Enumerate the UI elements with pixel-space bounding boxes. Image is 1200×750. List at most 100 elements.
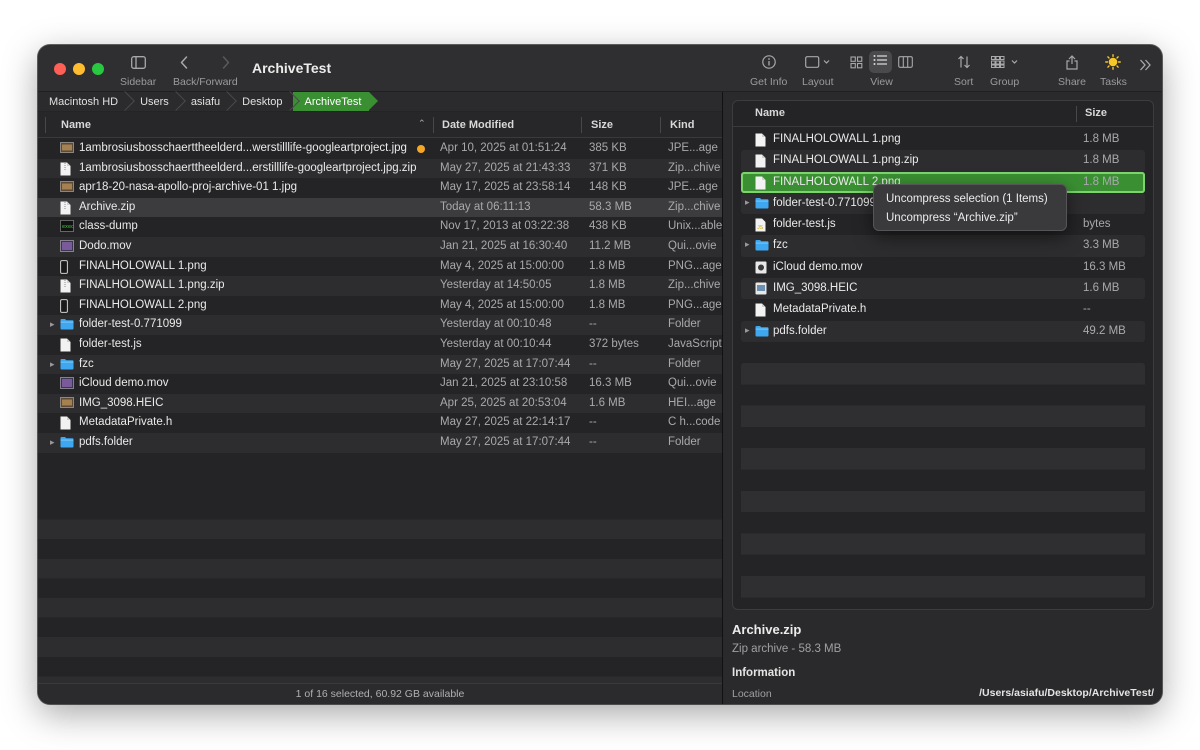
- sort-button[interactable]: Sort: [954, 53, 973, 88]
- movie-thumb-icon: [60, 240, 74, 254]
- archive-row[interactable]: FINALHOLOWALL 1.png.zip 1.8 MB: [741, 150, 1145, 172]
- get-info-button[interactable]: Get Info: [750, 53, 787, 88]
- file-row[interactable]: Dodo.mov Jan 21, 2025 at 16:30:40 11.2 MB Q…: [38, 236, 722, 257]
- file-kind: Zip...chive: [668, 161, 721, 174]
- archive-file-name: MetadataPrivate.h: [773, 303, 867, 316]
- file-name: Dodo.mov: [79, 239, 132, 252]
- sort-chevron-up-icon[interactable]: ⌃: [418, 118, 426, 129]
- file-date-modified: Jan 21, 2025 at 16:30:40: [440, 239, 568, 252]
- sidebar-button[interactable]: Sidebar: [120, 53, 156, 88]
- column-separator[interactable]: [660, 117, 661, 133]
- window-title: ArchiveTest: [252, 60, 332, 76]
- svg-text:JS: JS: [757, 225, 764, 231]
- file-list-pane: Macintosh HD Users asiafu Desktop Archiv…: [38, 92, 722, 704]
- file-name: FINALHOLOWALL 1.png: [79, 259, 207, 272]
- file-row[interactable]: IMG_3098.HEIC Apr 25, 2025 at 20:53:04 1.6…: [38, 393, 722, 414]
- column-separator: [45, 117, 46, 133]
- tasks-button[interactable]: Tasks: [1100, 53, 1127, 88]
- column-header-name[interactable]: Name: [61, 119, 91, 131]
- file-name: FINALHOLOWALL 2.png: [79, 298, 207, 311]
- view-label: View: [870, 76, 893, 88]
- file-row[interactable]: 1ambrosiusbosschaerttheelderd...werstill…: [38, 139, 722, 159]
- toolbar: Sidebar Back/Forward ArchiveTest Get Inf…: [38, 45, 1162, 92]
- file-size: --: [589, 435, 597, 448]
- file-row[interactable]: ▸ pdfs.folder May 27, 2025 at 17:07:44 -- Fo…: [38, 432, 722, 453]
- file-row[interactable]: MetadataPrivate.h May 27, 2025 at 22:14:1…: [38, 413, 722, 433]
- phone-thumb-icon: [60, 259, 74, 274]
- archive-column-header-size[interactable]: Size: [1085, 107, 1107, 119]
- column-view-icon[interactable]: [898, 56, 913, 68]
- file-kind: Folder: [668, 357, 701, 370]
- file-row[interactable]: 1ambrosiusbosschaerttheelderd...erstilll…: [38, 158, 722, 179]
- file-row[interactable]: FINALHOLOWALL 1.png May 4, 2025 at 15:00:…: [38, 257, 722, 277]
- path-crumb-desktop[interactable]: Desktop: [230, 92, 292, 111]
- toolbar-overflow-button[interactable]: [1139, 56, 1152, 74]
- file-row[interactable]: apr18-20-nasa-apollo-proj-archive-01 1.j…: [38, 178, 722, 198]
- path-crumb-users[interactable]: Users: [128, 92, 179, 111]
- view-switcher[interactable]: View: [850, 51, 913, 88]
- icon-view-icon[interactable]: [850, 55, 863, 69]
- column-separator[interactable]: [581, 117, 582, 133]
- archive-file-name: folder-test-0.771099: [773, 196, 876, 209]
- uncompress-selection-menu-item[interactable]: Uncompress selection (1 Items): [874, 190, 1066, 209]
- file-name: class-dump: [79, 220, 138, 233]
- column-header: Name ⌃ Date Modified Size Kind: [38, 112, 722, 138]
- archive-file-name: IMG_3098.HEIC: [773, 282, 858, 295]
- column-separator[interactable]: [433, 117, 434, 133]
- archive-row[interactable]: ▸ fzc 3.3 MB: [741, 235, 1145, 257]
- file-row[interactable]: folder-test.js Yesterday at 00:10:44 372 b…: [38, 335, 722, 355]
- svg-text:exec: exec: [62, 224, 74, 230]
- sort-label: Sort: [954, 76, 974, 88]
- archive-file-size: 1.8 MB: [1083, 133, 1120, 145]
- archive-row[interactable]: iCloud demo.mov 16.3 MB: [741, 257, 1145, 278]
- back-chevron-icon[interactable]: [180, 55, 188, 69]
- file-size: 148 KB: [589, 181, 627, 194]
- archive-rows: FINALHOLOWALL 1.png 1.8 MB FINALHOLOWALL 1…: [741, 129, 1145, 342]
- zoom-window-button[interactable]: [92, 63, 104, 75]
- archive-column-header-name[interactable]: Name: [755, 107, 785, 119]
- disclosure-triangle-icon[interactable]: ▸: [50, 359, 55, 370]
- file-date-modified: Yesterday at 14:50:05: [440, 279, 552, 292]
- sort-arrows-icon: [957, 53, 971, 71]
- archive-row[interactable]: MetadataPrivate.h --: [741, 299, 1145, 320]
- path-crumb-macintosh-hd[interactable]: Macintosh HD: [38, 92, 128, 111]
- disclosure-triangle-icon[interactable]: ▸: [50, 319, 55, 330]
- back-forward-buttons[interactable]: Back/Forward: [173, 53, 238, 88]
- file-kind: Zip...chive: [668, 279, 721, 292]
- group-button[interactable]: Group: [990, 53, 1019, 88]
- column-header-date[interactable]: Date Modified: [442, 119, 514, 131]
- file-row[interactable]: exec class-dump Nov 17, 2013 at 03:22:38 43…: [38, 217, 722, 237]
- minimize-window-button[interactable]: [73, 63, 85, 75]
- file-name: IMG_3098.HEIC: [79, 396, 164, 409]
- file-kind: PNG...age: [668, 298, 722, 311]
- disclosure-triangle-icon[interactable]: ▸: [50, 437, 55, 448]
- file-row[interactable]: FINALHOLOWALL 2.png May 4, 2025 at 15:00:…: [38, 296, 722, 316]
- file-row[interactable]: iCloud demo.mov Jan 21, 2025 at 23:10:58 1…: [38, 374, 722, 394]
- file-size: 1.8 MB: [589, 298, 626, 311]
- list-view-icon[interactable]: [869, 51, 892, 73]
- close-window-button[interactable]: [54, 63, 66, 75]
- layout-button[interactable]: Layout: [802, 53, 834, 88]
- uncompress-archive-menu-item[interactable]: Uncompress “Archive.zip”: [874, 209, 1066, 228]
- archive-file-size: 3.3 MB: [1083, 239, 1120, 252]
- file-row[interactable]: ▸ fzc May 27, 2025 at 17:07:44 -- Folder: [38, 354, 722, 375]
- file-row[interactable]: FINALHOLOWALL 1.png.zip Yesterday at 14:5…: [38, 276, 722, 296]
- path-crumb-archivetest[interactable]: ArchiveTest: [292, 92, 379, 111]
- archive-row[interactable]: FINALHOLOWALL 1.png 1.8 MB: [741, 129, 1145, 150]
- share-button[interactable]: Share: [1058, 53, 1086, 88]
- column-header-size[interactable]: Size: [591, 119, 613, 131]
- file-kind: JavaScript: [668, 337, 722, 350]
- folder-icon: [755, 325, 769, 339]
- disclosure-triangle-icon[interactable]: ▸: [745, 239, 750, 250]
- forward-chevron-icon[interactable]: [222, 55, 230, 69]
- column-header-kind[interactable]: Kind: [670, 119, 694, 131]
- folder-icon: [60, 436, 74, 450]
- path-crumb-asiafu[interactable]: asiafu: [179, 92, 230, 111]
- archive-row[interactable]: IMG_3098.HEIC 1.6 MB: [741, 278, 1145, 300]
- disclosure-triangle-icon[interactable]: ▸: [745, 325, 750, 336]
- disclosure-triangle-icon[interactable]: ▸: [745, 197, 750, 208]
- file-row[interactable]: ▸ folder-test-0.771099 Yesterday at 00:10:…: [38, 315, 722, 335]
- archive-row[interactable]: ▸ pdfs.folder 49.2 MB: [741, 320, 1145, 342]
- column-separator[interactable]: [1076, 106, 1077, 122]
- file-row[interactable]: Archive.zip Today at 06:11:13 58.3 MB Zip..…: [38, 197, 722, 218]
